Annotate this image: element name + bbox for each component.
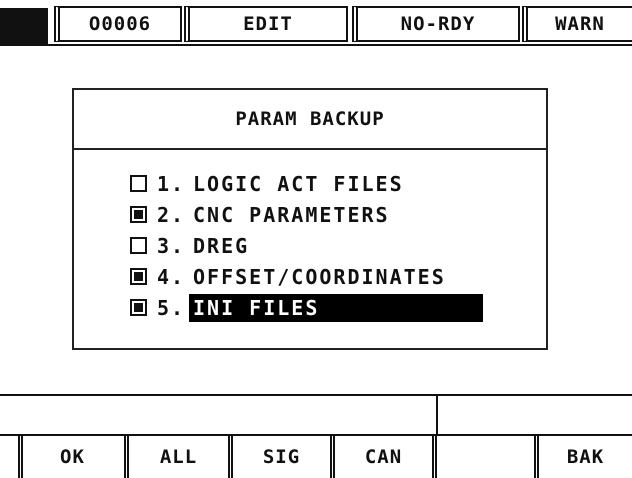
- dialog-title: PARAM BACKUP: [235, 108, 385, 130]
- ready-state-indicator: NO-RDY: [352, 6, 520, 42]
- option-number: 4.: [157, 264, 186, 289]
- option-label: LOGIC ACT FILES: [193, 171, 404, 196]
- message-field-right: [438, 396, 632, 434]
- checkbox[interactable]: [130, 268, 147, 285]
- softkey-all[interactable]: ALL: [124, 436, 228, 478]
- cnc-screen: O0006 EDIT NO-RDY WARN PARAM BACKUP 1. L…: [0, 0, 632, 478]
- dialog-header: PARAM BACKUP: [74, 90, 546, 150]
- message-area: [0, 394, 632, 434]
- softkey-can[interactable]: CAN: [330, 436, 432, 478]
- option-label: INI FILES: [189, 293, 483, 322]
- checkbox[interactable]: [130, 299, 147, 316]
- option-number: 1.: [157, 171, 186, 196]
- status-indicator-block: [0, 8, 48, 44]
- softkey-ok[interactable]: OK: [18, 436, 122, 478]
- softkey-sig[interactable]: SIG: [228, 436, 330, 478]
- option-number: 3.: [157, 233, 186, 258]
- option-dreg[interactable]: 3. DREG: [130, 230, 483, 261]
- message-field-left: [0, 396, 438, 434]
- option-cnc-parameters[interactable]: 2. CNC PARAMETERS: [130, 199, 483, 230]
- checkbox[interactable]: [130, 175, 147, 192]
- option-label: DREG: [193, 233, 250, 258]
- mode-indicator: EDIT: [184, 6, 348, 42]
- softkey-bak[interactable]: BAK: [534, 436, 632, 478]
- option-ini-files[interactable]: 5. INI FILES: [130, 292, 483, 323]
- option-logic-act-files[interactable]: 1. LOGIC ACT FILES: [130, 168, 483, 199]
- option-number: 2.: [157, 202, 186, 227]
- softkey-blank[interactable]: [432, 436, 534, 478]
- param-backup-dialog: PARAM BACKUP 1. LOGIC ACT FILES 2. CNC P…: [72, 88, 548, 350]
- softkey-bar: OK ALL SIG CAN BAK: [0, 434, 632, 478]
- backup-option-list: 1. LOGIC ACT FILES 2. CNC PARAMETERS 3. …: [130, 168, 483, 323]
- option-label: CNC PARAMETERS: [193, 202, 390, 227]
- checkbox[interactable]: [130, 237, 147, 254]
- option-number: 5.: [157, 295, 186, 320]
- status-bar: O0006 EDIT NO-RDY WARN: [0, 0, 632, 46]
- option-label: OFFSET/COORDINATES: [193, 264, 446, 289]
- option-offset-coordinates[interactable]: 4. OFFSET/COORDINATES: [130, 261, 483, 292]
- alarm-indicator: WARN: [522, 6, 632, 42]
- checkbox[interactable]: [130, 206, 147, 223]
- program-number: O0006: [54, 6, 182, 42]
